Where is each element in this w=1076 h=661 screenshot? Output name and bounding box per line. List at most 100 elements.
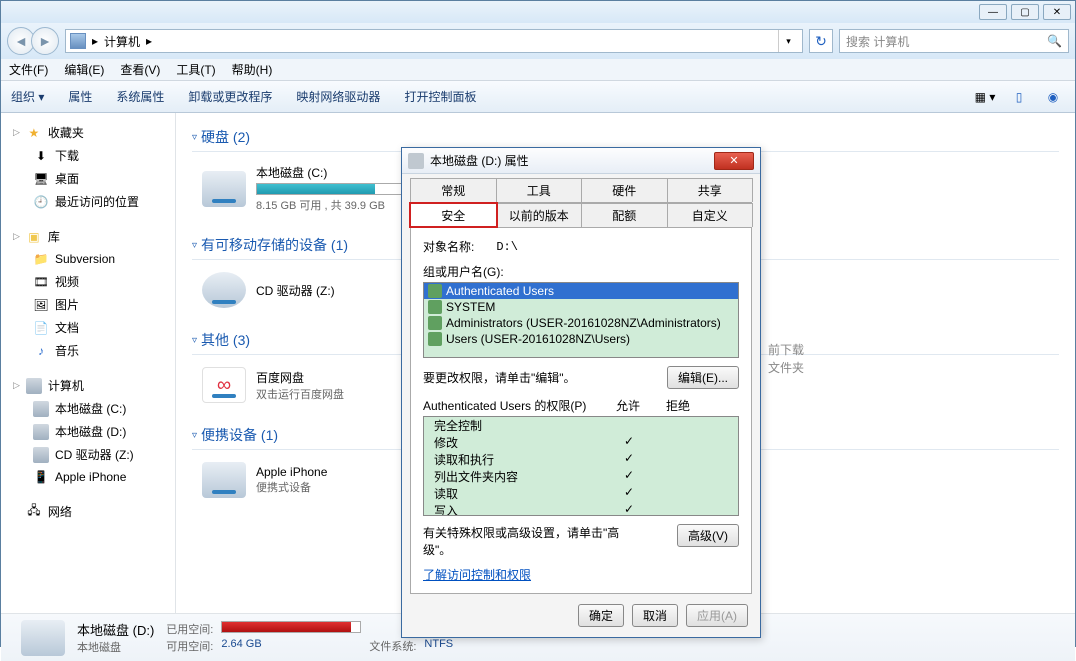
drive-c-sub: 8.15 GB 可用 , 共 39.9 GB: [256, 197, 406, 213]
tb-uninstall[interactable]: 卸载或更改程序: [188, 88, 272, 105]
nav-pictures[interactable]: 🖼图片: [5, 293, 171, 316]
nav-drive-d[interactable]: 本地磁盘 (D:): [5, 420, 171, 443]
free-label: 可用空间:: [166, 638, 213, 654]
cd-icon: [33, 447, 49, 463]
address-dropdown[interactable]: ▾: [778, 30, 798, 52]
nav-documents[interactable]: 📄文档: [5, 316, 171, 339]
picture-icon: 🖼: [33, 297, 49, 313]
nav-network[interactable]: ▷🖧网络: [5, 500, 171, 523]
nav-computer[interactable]: ▷计算机: [5, 374, 171, 397]
tabs-row-1: 常规 工具 硬件 共享: [410, 178, 752, 203]
perm-row: 读取和执行✓: [424, 451, 738, 468]
minimize-button[interactable]: —: [979, 4, 1007, 20]
nav-desktop[interactable]: 🖥桌面: [5, 167, 171, 190]
breadcrumb-arrow: ▸: [92, 34, 98, 48]
dialog-footer: 确定 取消 应用(A): [402, 594, 760, 637]
drive-c-usage-bar: [256, 183, 406, 195]
organize-menu[interactable]: 组织 ▾: [11, 88, 44, 105]
tb-control-panel[interactable]: 打开控制面板: [404, 88, 476, 105]
fs-label: 文件系统:: [369, 638, 416, 654]
drive-icon: [408, 153, 424, 169]
forward-button[interactable]: ►: [31, 27, 59, 55]
maximize-button[interactable]: ▢: [1011, 4, 1039, 20]
menu-edit[interactable]: 编辑(E): [64, 61, 104, 78]
nav-music[interactable]: ♪音乐: [5, 339, 171, 362]
help-icon[interactable]: ◉: [1041, 87, 1065, 107]
tb-map-drive[interactable]: 映射网络驱动器: [296, 88, 380, 105]
nav-favorites[interactable]: ▷★收藏夹: [5, 121, 171, 144]
titlebar: — ▢ ✕: [1, 1, 1075, 23]
learn-more-link[interactable]: 了解访问控制和权限: [423, 568, 531, 582]
menu-help[interactable]: 帮助(H): [232, 61, 273, 78]
perm-row: 列出文件夹内容✓: [424, 468, 738, 485]
nav-videos[interactable]: 🎞视频: [5, 270, 171, 293]
explorer-window: — ▢ ✕ ◄ ► ▸ 计算机 ▸ ▾ ↻ 搜索 计算机 🔍 文件(F) 编辑(…: [0, 0, 1076, 647]
advanced-button[interactable]: 高级(V): [677, 524, 739, 547]
user-item-admins[interactable]: Administrators (USER-20161028NZ\Administ…: [424, 315, 738, 331]
details-type: 本地磁盘: [77, 639, 154, 655]
free-value: 2.64 GB: [221, 638, 361, 654]
phone-icon: [202, 462, 246, 498]
document-icon: 📄: [33, 320, 49, 336]
address-box[interactable]: ▸ 计算机 ▸ ▾: [65, 29, 803, 53]
tab-quota[interactable]: 配额: [581, 203, 668, 227]
background-hint: 前下载 文件夹: [768, 341, 804, 377]
tab-customize[interactable]: 自定义: [667, 203, 754, 227]
nav-drive-c[interactable]: 本地磁盘 (C:): [5, 397, 171, 420]
cancel-button[interactable]: 取消: [632, 604, 678, 627]
nav-subversion[interactable]: 📁Subversion: [5, 248, 171, 270]
tab-tools[interactable]: 工具: [496, 178, 583, 202]
folder-icon: 📁: [33, 251, 49, 267]
nav-recent[interactable]: 🕘最近访问的位置: [5, 190, 171, 213]
close-button[interactable]: ✕: [1043, 4, 1071, 20]
search-icon: 🔍: [1047, 34, 1062, 48]
nav-libraries[interactable]: ▷▣库: [5, 225, 171, 248]
nav-cd-drive[interactable]: CD 驱动器 (Z:): [5, 443, 171, 466]
user-item-system[interactable]: SYSTEM: [424, 299, 738, 315]
breadcrumb-computer[interactable]: 计算机: [104, 33, 140, 50]
tb-properties[interactable]: 属性: [68, 88, 92, 105]
ok-button[interactable]: 确定: [578, 604, 624, 627]
security-panel: 对象名称: D:\ 组或用户名(G): Authenticated Users …: [410, 228, 752, 594]
view-options-icon[interactable]: ▦ ▾: [973, 87, 997, 107]
nav-iphone[interactable]: 📱Apple iPhone: [5, 466, 171, 488]
perm-row: 修改✓: [424, 434, 738, 451]
user-icon: [428, 332, 442, 346]
tb-system-properties[interactable]: 系统属性: [116, 88, 164, 105]
drive-icon: [21, 620, 65, 656]
address-bar: ◄ ► ▸ 计算机 ▸ ▾ ↻ 搜索 计算机 🔍: [1, 23, 1075, 59]
advanced-hint: 有关特殊权限或高级设置，请单击"高级"。: [423, 524, 623, 558]
tab-previous-versions[interactable]: 以前的版本: [496, 203, 583, 227]
nav-downloads[interactable]: ⬇下载: [5, 144, 171, 167]
object-name-label: 对象名称:: [423, 238, 474, 255]
menu-file[interactable]: 文件(F): [9, 61, 48, 78]
details-name: 本地磁盘 (D:): [77, 620, 154, 639]
permission-list[interactable]: 完全控制 修改✓ 读取和执行✓ 列出文件夹内容✓ 读取✓ 写入✓: [423, 416, 739, 516]
user-icon: [428, 300, 442, 314]
dialog-titlebar[interactable]: 本地磁盘 (D:) 属性 ✕: [402, 148, 760, 174]
tab-hardware[interactable]: 硬件: [581, 178, 668, 202]
menu-view[interactable]: 查看(V): [120, 61, 160, 78]
preview-pane-icon[interactable]: ▯: [1007, 87, 1031, 107]
user-item-authenticated[interactable]: Authenticated Users: [424, 283, 738, 299]
search-placeholder: 搜索 计算机: [846, 33, 909, 50]
apply-button[interactable]: 应用(A): [686, 604, 748, 627]
user-item-users[interactable]: Users (USER-20161028NZ\Users): [424, 331, 738, 347]
desktop-icon: 🖥: [33, 171, 49, 187]
user-list[interactable]: Authenticated Users SYSTEM Administrator…: [423, 282, 739, 358]
recent-icon: 🕘: [33, 194, 49, 210]
deny-header: 拒绝: [653, 397, 703, 414]
tab-security[interactable]: 安全: [410, 203, 497, 227]
dialog-close-button[interactable]: ✕: [714, 152, 754, 170]
tab-sharing[interactable]: 共享: [667, 178, 754, 202]
tab-general[interactable]: 常规: [410, 178, 497, 202]
search-box[interactable]: 搜索 计算机 🔍: [839, 29, 1069, 53]
cd-icon: [202, 272, 246, 308]
drive-icon: [202, 171, 246, 207]
user-icon: [428, 316, 442, 330]
menu-tools[interactable]: 工具(T): [176, 61, 215, 78]
refresh-button[interactable]: ↻: [809, 29, 833, 53]
edit-button[interactable]: 编辑(E)...: [667, 366, 739, 389]
used-label: 已用空间:: [166, 621, 213, 637]
perm-row: 读取✓: [424, 485, 738, 502]
